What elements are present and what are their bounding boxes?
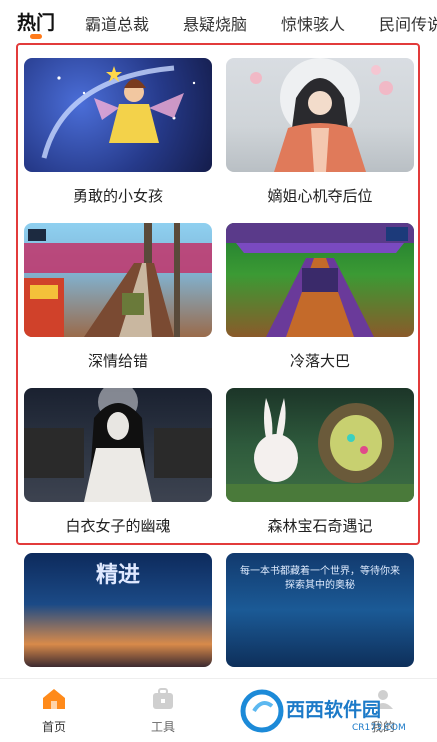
story-thumbnail	[24, 388, 212, 502]
nav-home-label: 首页	[41, 720, 66, 734]
story-card[interactable]: 深情给错	[24, 223, 212, 371]
story-card[interactable]: 勇敢的小女孩	[24, 58, 212, 206]
thumbnail-text: 精进	[95, 563, 140, 588]
nav-tools[interactable]: 工具	[133, 687, 193, 735]
watermark-subtext: CR173.COM	[352, 723, 406, 733]
story-title: 勇敢的小女孩	[72, 187, 163, 205]
story-card[interactable]: 森林宝石奇遇记	[226, 388, 414, 536]
story-thumbnail	[24, 58, 212, 172]
home-icon	[43, 689, 65, 709]
story-thumbnail	[226, 388, 414, 502]
toolbox-icon	[153, 688, 173, 709]
story-thumbnail	[226, 223, 414, 337]
active-tab-indicator	[30, 34, 42, 39]
story-title: 白衣女子的幽魂	[65, 517, 171, 535]
story-thumbnail: 精进	[24, 553, 212, 667]
story-title: 冷落大巴	[289, 352, 350, 370]
story-card[interactable]: 每一本书都藏着一个世界，等待你来探索其中的奥秘	[226, 553, 414, 667]
tab-hot[interactable]: 热门	[17, 8, 55, 35]
story-card[interactable]: 精进	[24, 553, 212, 667]
story-title: 深情给错	[87, 352, 148, 370]
tab-mystery[interactable]: 悬疑烧脑	[183, 11, 247, 35]
thumbnail-text: 每一本书都藏着一个世界，等待你来探索其中的奥秘	[240, 566, 400, 591]
story-title: 嫡姐心机夺后位	[267, 187, 373, 205]
story-card[interactable]: 嫡姐心机夺后位	[226, 58, 414, 206]
tab-folklore[interactable]: 民间传说	[379, 11, 437, 35]
watermark-text: 西西软件园	[286, 698, 381, 721]
story-thumbnail: 每一本书都藏着一个世界，等待你来探索其中的奥秘	[226, 553, 414, 667]
story-title: 森林宝石奇遇记	[267, 517, 373, 535]
story-thumbnail	[24, 223, 212, 337]
story-thumbnail	[226, 58, 414, 172]
story-card[interactable]: 白衣女子的幽魂	[24, 388, 212, 536]
category-tabs: 热门 霸道总裁 悬疑烧脑 惊悚骇人 民间传说	[0, 0, 437, 44]
tab-thriller[interactable]: 惊悚骇人	[281, 11, 345, 35]
nav-home[interactable]: 首页	[24, 687, 84, 735]
nav-tools-label: 工具	[150, 720, 175, 734]
tab-ceo[interactable]: 霸道总裁	[85, 11, 149, 35]
watermark-logo: 西西软件园 CR173.COM	[240, 688, 420, 734]
story-card[interactable]: 冷落大巴	[226, 223, 414, 371]
